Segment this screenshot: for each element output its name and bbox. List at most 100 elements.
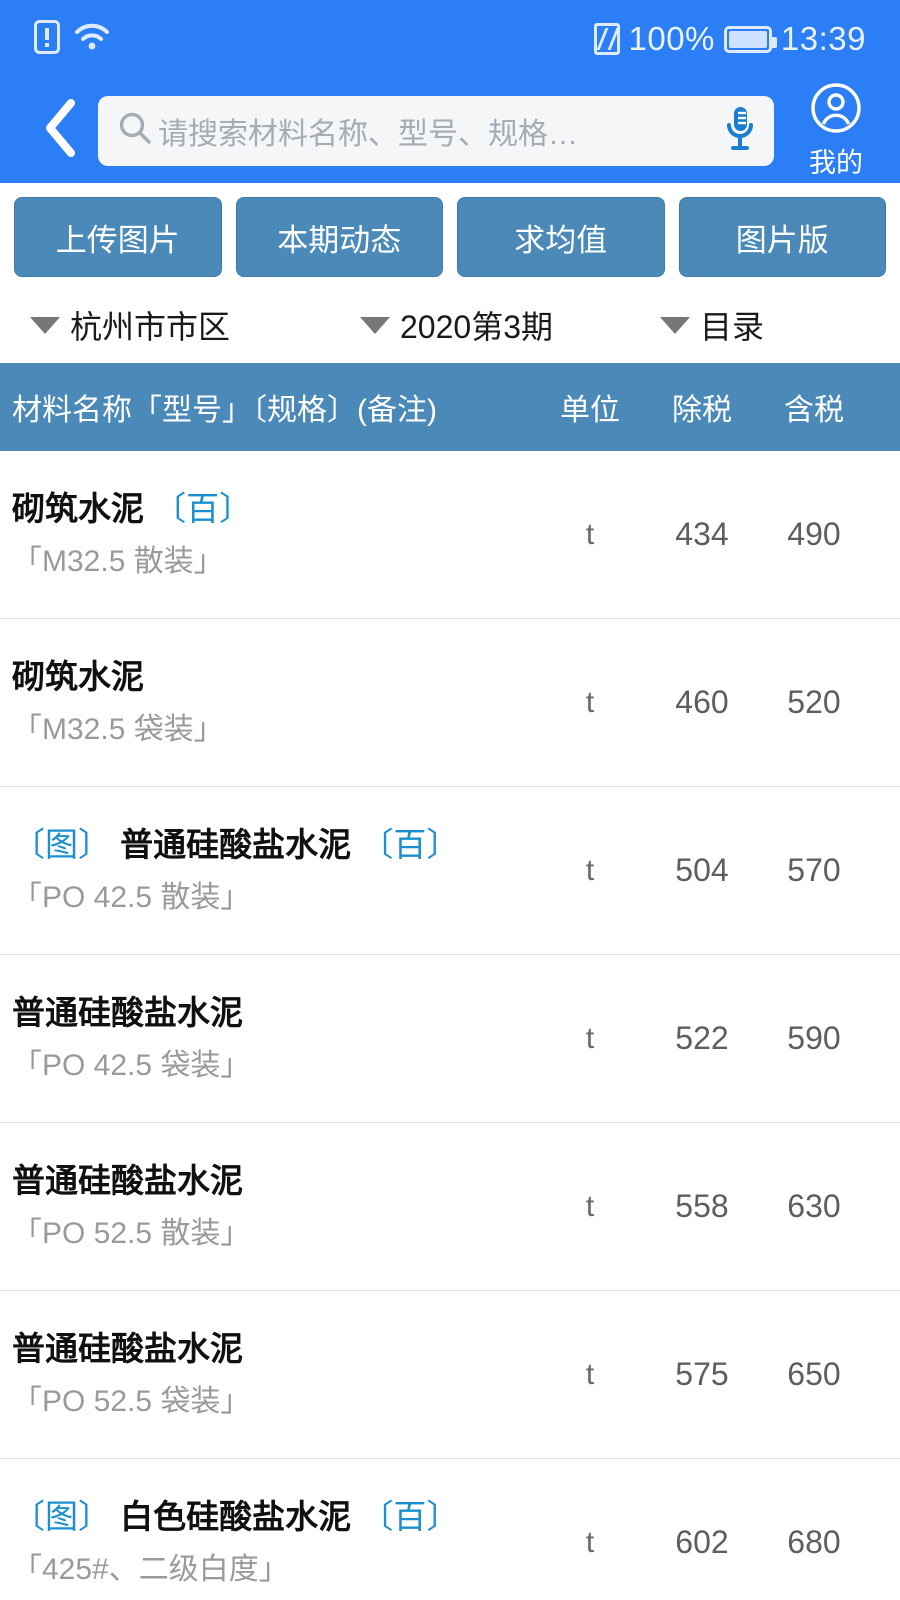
material-name: 普通硅酸盐水泥 xyxy=(12,1160,524,1201)
search-placeholder: 请搜索材料名称、型号、规格… xyxy=(158,117,578,151)
table-row[interactable]: 〔图〕 白色硅酸盐水泥 〔百〕「425#、二级白度」 t 602 680 xyxy=(0,1459,900,1600)
material-name-cell: 砌筑水泥 〔百〕「M32.5 散装」 xyxy=(12,488,534,581)
material-spec: 「PO 42.5 袋装」 xyxy=(12,1049,251,1083)
net-price-cell: 460 xyxy=(675,684,729,720)
unit-cell: t xyxy=(585,1525,595,1559)
material-spec: 「PO 52.5 散装」 xyxy=(12,1217,251,1251)
material-name-text: 普通硅酸盐水泥 xyxy=(12,1162,243,1200)
gross-price-cell: 520 xyxy=(787,684,841,720)
gross-price-cell: 630 xyxy=(787,1188,841,1224)
average-button[interactable]: 求均值 xyxy=(457,197,665,277)
sim-card-alert-icon xyxy=(34,19,60,59)
hundred-tag[interactable]: 〔百〕 xyxy=(360,826,459,863)
material-name-cell: 〔图〕 普通硅酸盐水泥 〔百〕「PO 42.5 散装」 xyxy=(12,824,534,917)
app-screen: 100% 13:39 请搜索材料名称、型号、规格… 我的 上传图片 本期动态 求… xyxy=(0,0,900,1600)
material-name-text: 普通硅酸盐水泥 xyxy=(12,994,243,1032)
filter-catalog[interactable]: 目录 xyxy=(660,302,870,348)
table-row[interactable]: 砌筑水泥 〔百〕「M32.5 散装」 t 434 490 xyxy=(0,451,900,619)
hundred-tag[interactable]: 〔百〕 xyxy=(153,490,252,527)
status-bar-left xyxy=(34,19,110,59)
gross-price-cell: 570 xyxy=(787,852,841,888)
unit-cell: t xyxy=(585,685,595,719)
search-icon xyxy=(118,111,152,150)
profile-button[interactable]: 我的 xyxy=(788,82,884,180)
material-name: 普通硅酸盐水泥 xyxy=(12,1328,524,1369)
column-header-name: 材料名称「型号」〔规格〕(备注) xyxy=(12,394,437,427)
clock-label: 13:39 xyxy=(780,20,866,57)
material-name-cell: 普通硅酸盐水泥「PO 52.5 散装」 xyxy=(12,1160,534,1253)
unit-cell: t xyxy=(585,1189,595,1223)
upload-image-button[interactable]: 上传图片 xyxy=(14,197,222,277)
image-version-button[interactable]: 图片版 xyxy=(678,197,886,277)
filter-region-label: 杭州市市区 xyxy=(70,309,231,345)
unit-cell: t xyxy=(585,517,595,551)
material-name: 〔图〕 普通硅酸盐水泥 〔百〕 xyxy=(12,824,524,865)
material-name-text: 白色硅酸盐水泥 xyxy=(120,1498,352,1536)
profile-label: 我的 xyxy=(809,147,863,178)
material-table-body: 砌筑水泥 〔百〕 「M32.5 散装」 t 434 490 砌筑水泥 「M32.5 袋装」 t… xyxy=(0,451,900,1600)
material-spec: 「M32.5 袋装」 xyxy=(12,713,224,747)
filter-catalog-label: 目录 xyxy=(700,309,765,345)
net-price-cell: 602 xyxy=(675,1524,729,1560)
back-chevron-icon xyxy=(42,97,82,164)
chevron-down-icon xyxy=(30,316,60,334)
gross-price-cell: 490 xyxy=(787,516,841,552)
wifi-icon xyxy=(74,23,110,56)
material-spec: 「425#、二级白度」 xyxy=(12,1553,289,1587)
net-price-cell: 575 xyxy=(675,1356,729,1392)
back-button[interactable] xyxy=(26,97,98,164)
net-price-cell: 434 xyxy=(675,516,729,552)
material-spec: 「PO 42.5 散装」 xyxy=(12,881,251,915)
material-name-text: 普通硅酸盐水泥 xyxy=(120,826,352,864)
material-name: 普通硅酸盐水泥 xyxy=(12,992,524,1033)
current-period-news-button[interactable]: 本期动态 xyxy=(235,197,443,277)
material-name-text: 普通硅酸盐水泥 xyxy=(12,1330,243,1368)
chevron-down-icon xyxy=(660,316,690,334)
column-header-net: 除税 xyxy=(672,394,732,427)
image-available-tag[interactable]: 〔图〕 xyxy=(12,826,111,863)
net-price-cell: 522 xyxy=(675,1020,729,1056)
material-spec: 「M32.5 散装」 xyxy=(12,545,224,579)
column-header-gross: 含税 xyxy=(784,394,844,427)
action-button-row: 上传图片 本期动态 求均值 图片版 xyxy=(0,183,900,287)
filter-row: 杭州市市区 2020第3期 目录 xyxy=(0,287,900,363)
material-name: 砌筑水泥 〔百〕 xyxy=(12,488,524,529)
gross-price-cell: 590 xyxy=(787,1020,841,1056)
search-input[interactable]: 请搜索材料名称、型号、规格… xyxy=(98,95,774,166)
material-name: 〔图〕 白色硅酸盐水泥 〔百〕 xyxy=(12,1496,524,1537)
material-name-cell: 普通硅酸盐水泥「PO 52.5 袋装」 xyxy=(12,1328,534,1421)
table-row[interactable]: 普通硅酸盐水泥「PO 52.5 散装」 t 558 630 xyxy=(0,1123,900,1291)
material-name-cell: 普通硅酸盐水泥「PO 42.5 袋装」 xyxy=(12,992,534,1085)
gross-price-cell: 680 xyxy=(787,1524,841,1560)
table-row[interactable]: 〔图〕 普通硅酸盐水泥 〔百〕 「PO 42.5 散装」 t 504 570 xyxy=(0,787,900,955)
hundred-tag[interactable]: 〔百〕 xyxy=(360,1498,459,1535)
chevron-down-icon xyxy=(360,316,390,334)
material-name-cell: 〔图〕 白色硅酸盐水泥 〔百〕「425#、二级白度」 xyxy=(12,1496,534,1589)
unit-cell: t xyxy=(585,1021,595,1055)
material-name-text: 砌筑水泥 xyxy=(12,658,144,696)
filter-region[interactable]: 杭州市市区 xyxy=(30,302,360,348)
table-row[interactable]: 普通硅酸盐水泥「PO 42.5 袋装」 t 522 590 xyxy=(0,955,900,1123)
status-bar: 100% 13:39 xyxy=(0,0,900,78)
table-row[interactable]: 砌筑水泥「M32.5 袋装」 t 460 520 xyxy=(0,619,900,787)
unit-cell: t xyxy=(585,1357,595,1391)
user-avatar-icon xyxy=(810,82,862,139)
image-available-tag[interactable]: 〔图〕 xyxy=(12,1498,111,1535)
net-price-cell: 558 xyxy=(675,1188,729,1224)
status-bar-right: 100% 13:39 xyxy=(593,20,867,58)
material-name-text: 砌筑水泥 xyxy=(12,490,144,528)
table-header: 材料名称「型号」〔规格〕(备注) 单位 除税 含税 xyxy=(0,363,900,451)
filter-period[interactable]: 2020第3期 xyxy=(360,302,660,348)
battery-percent-label: 100% xyxy=(628,20,715,57)
microphone-icon[interactable] xyxy=(722,104,758,157)
gross-price-cell: 650 xyxy=(787,1356,841,1392)
nfc-icon xyxy=(593,23,620,55)
nav-bar: 请搜索材料名称、型号、规格… 我的 xyxy=(0,78,900,183)
unit-cell: t xyxy=(585,853,595,887)
battery-full-icon xyxy=(723,25,777,53)
table-row[interactable]: 普通硅酸盐水泥「PO 52.5 袋装」 t 575 650 xyxy=(0,1291,900,1459)
filter-period-label: 2020第3期 xyxy=(400,309,553,345)
material-name-cell: 砌筑水泥「M32.5 袋装」 xyxy=(12,656,534,749)
material-spec: 「PO 52.5 袋装」 xyxy=(12,1385,251,1419)
material-name: 砌筑水泥 xyxy=(12,656,524,697)
